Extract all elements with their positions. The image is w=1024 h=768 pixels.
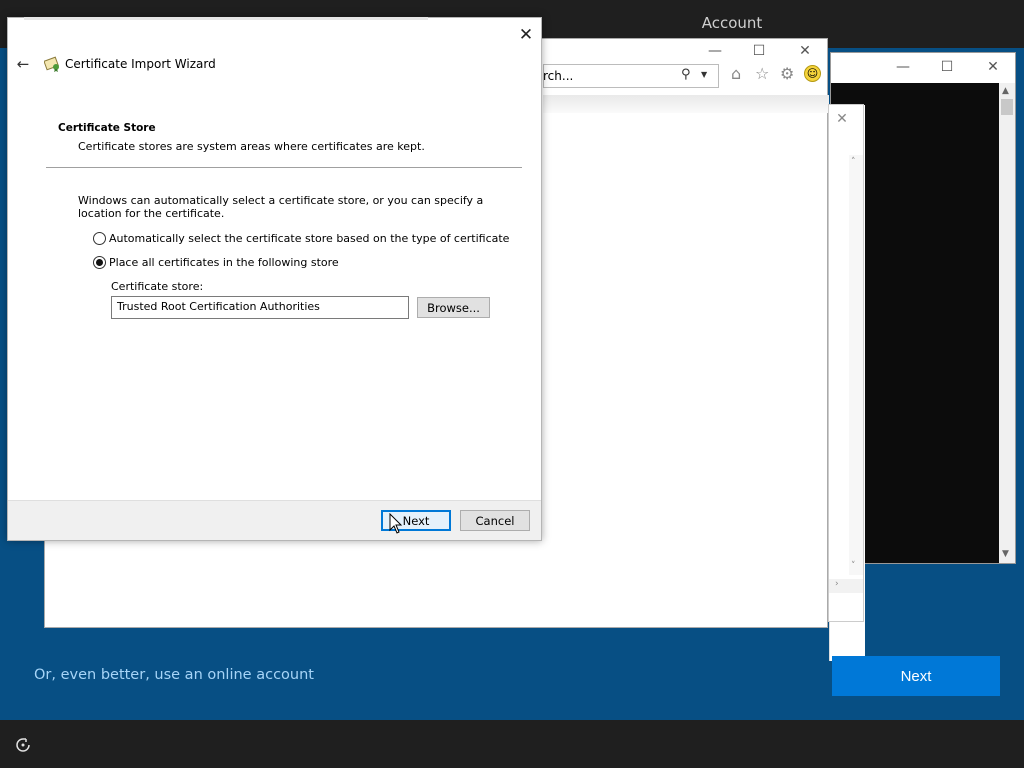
store-label: Certificate store: bbox=[111, 280, 204, 293]
side-panel-scrollbar[interactable]: ˄ ˅ bbox=[849, 155, 863, 575]
cancel-button[interactable]: Cancel bbox=[460, 510, 530, 531]
maximize-icon[interactable]: ☐ bbox=[749, 41, 769, 61]
chevron-down-icon[interactable]: ▼ bbox=[701, 70, 707, 79]
radio-place-in-store-label[interactable]: Place all certificates in the following … bbox=[109, 256, 339, 269]
mouse-pointer-icon bbox=[389, 513, 403, 534]
side-panel-hscroll[interactable]: › bbox=[829, 579, 863, 593]
side-panel-window: ✕ ˄ ˅ › bbox=[828, 104, 864, 622]
section-title: Certificate Store bbox=[58, 122, 156, 134]
browse-button[interactable]: Browse... bbox=[417, 297, 490, 318]
oobe-next-button[interactable]: Next bbox=[832, 656, 1000, 696]
ease-of-access-icon[interactable] bbox=[14, 736, 32, 754]
certificate-import-wizard: ✕ ← Certificate Import Wizard Certificat… bbox=[7, 17, 542, 541]
chevron-right-icon[interactable]: › bbox=[835, 579, 839, 589]
radio-auto-select-label[interactable]: Automatically select the certificate sto… bbox=[109, 232, 509, 245]
star-icon[interactable]: ☆ bbox=[755, 64, 769, 83]
browser-search-text: rch... bbox=[543, 69, 574, 83]
section-description: Certificate stores are system areas wher… bbox=[78, 140, 425, 153]
oobe-title: Account bbox=[701, 14, 763, 32]
certificate-store-field[interactable]: Trusted Root Certification Authorities bbox=[111, 296, 409, 319]
minimize-icon[interactable]: — bbox=[705, 41, 725, 61]
close-icon[interactable]: ✕ bbox=[795, 41, 815, 61]
scroll-down-icon[interactable]: ▼ bbox=[1002, 549, 1009, 559]
close-icon[interactable]: ✕ bbox=[832, 109, 852, 129]
maximize-icon[interactable]: ☐ bbox=[937, 57, 957, 77]
dialog-title: Certificate Import Wizard bbox=[65, 57, 216, 71]
console-scrollbar[interactable]: ▲ ▼ bbox=[999, 83, 1015, 563]
back-arrow-icon[interactable]: ← bbox=[13, 55, 33, 73]
chevron-up-icon[interactable]: ˄ bbox=[851, 157, 856, 167]
close-icon[interactable]: ✕ bbox=[515, 24, 537, 46]
radio-place-in-store[interactable] bbox=[93, 256, 106, 269]
console-titlebar: — ☐ ✕ bbox=[831, 53, 1015, 83]
oobe-footer bbox=[0, 720, 1024, 768]
divider bbox=[46, 167, 522, 168]
close-icon[interactable]: ✕ bbox=[983, 57, 1003, 77]
home-icon[interactable]: ⌂ bbox=[731, 64, 741, 83]
gear-icon[interactable]: ⚙ bbox=[780, 64, 794, 83]
dialog-footer: Next Cancel bbox=[8, 500, 541, 540]
chevron-down-icon[interactable]: ˅ bbox=[851, 561, 856, 571]
dialog-top-strip bbox=[24, 17, 428, 20]
search-icon[interactable]: ⚲ bbox=[681, 67, 691, 82]
console-scroll-thumb[interactable] bbox=[1001, 99, 1013, 115]
intro-text: Windows can automatically select a certi… bbox=[78, 194, 484, 220]
browser-toolbar-band bbox=[543, 95, 829, 113]
smiley-icon[interactable]: ☺ bbox=[804, 65, 821, 82]
radio-auto-select[interactable] bbox=[93, 232, 106, 245]
online-account-link[interactable]: Or, even better, use an online account bbox=[34, 667, 314, 683]
certificate-icon bbox=[44, 56, 59, 72]
minimize-icon[interactable]: — bbox=[893, 57, 913, 77]
scroll-up-icon[interactable]: ▲ bbox=[1002, 86, 1009, 96]
